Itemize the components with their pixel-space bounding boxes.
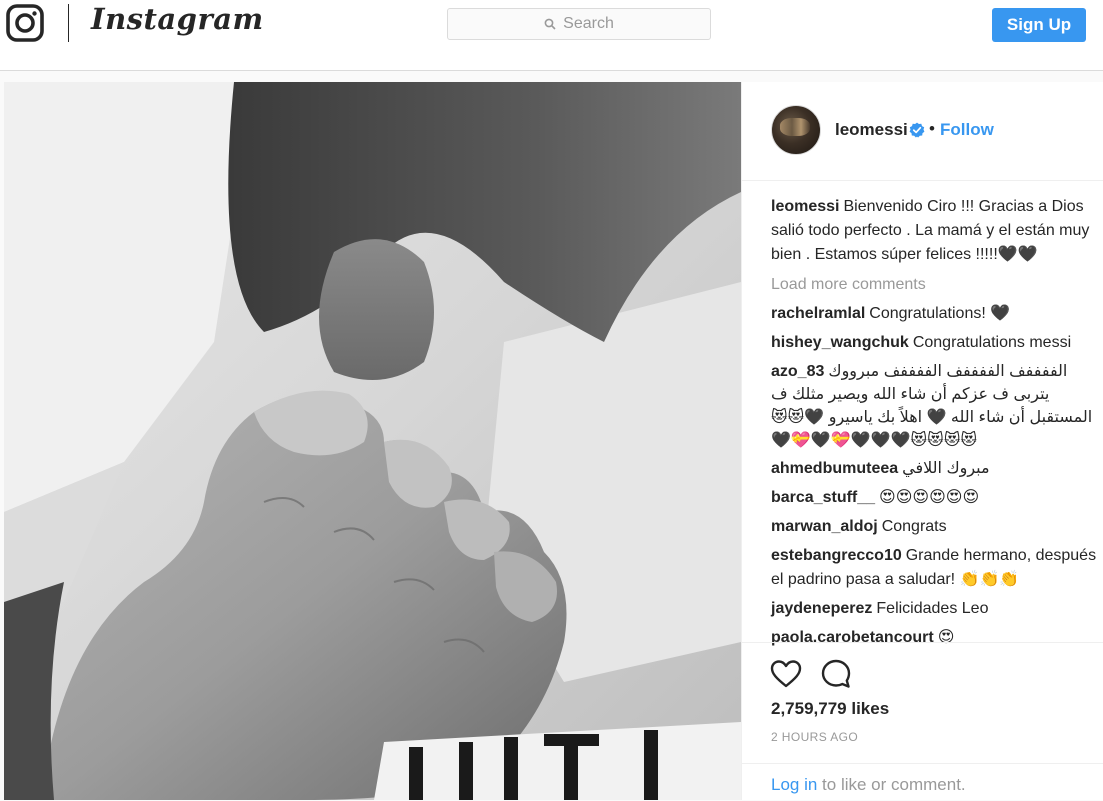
post-photo[interactable] bbox=[4, 82, 741, 800]
comment-item: ahmedbumuteea مبروك اللافي bbox=[771, 457, 1097, 481]
comment-item: azo_83 الففففف الففففف الففففف مبرووك يتر… bbox=[771, 360, 1097, 452]
heart-icon[interactable] bbox=[770, 659, 802, 689]
comment-text: Congrats bbox=[881, 518, 947, 535]
author-avatar[interactable] bbox=[771, 105, 821, 155]
caption: leomessi Bienvenido Ciro !!! Gracias a Di… bbox=[771, 195, 1097, 267]
sign-up-button[interactable]: Sign Up bbox=[992, 8, 1086, 42]
comment-text: مبروك اللافي bbox=[902, 460, 990, 477]
comment-username[interactable]: estebangrecco10 bbox=[771, 547, 902, 564]
comment-username[interactable]: marwan_aldoj bbox=[771, 518, 878, 535]
header-divider bbox=[68, 4, 69, 42]
comment-item: barca_stuff__ 😍😍😍😍😍😍 bbox=[771, 486, 1097, 510]
comment-item: hishey_wangchuk Congratulations messi bbox=[771, 331, 1097, 355]
comment-text: Congratulations! 🖤 bbox=[869, 305, 1011, 322]
search-input[interactable]: Search bbox=[447, 8, 711, 40]
post-details-panel: leomessi • Follow leomessi Bienvenido Cir… bbox=[741, 82, 1103, 800]
comment-item: estebangrecco10 Grande hermano, después e… bbox=[771, 544, 1097, 592]
comment-username[interactable]: rachelramlal bbox=[771, 305, 865, 322]
instagram-wordmark[interactable]: Instagram bbox=[91, 2, 264, 36]
comment-item: jaydeneperez Felicidades Leo bbox=[771, 597, 1097, 621]
top-nav-bar: Instagram Search Sign Up bbox=[0, 0, 1103, 71]
comment-username[interactable]: azo_83 bbox=[771, 363, 824, 380]
likes-count[interactable]: 2,759,779 likes bbox=[771, 699, 889, 719]
log-in-link[interactable]: Log in bbox=[771, 775, 817, 794]
comment-username[interactable]: jaydeneperez bbox=[771, 600, 872, 617]
comment-text: Congratulations messi bbox=[912, 334, 1072, 351]
comment-username[interactable]: barca_stuff__ bbox=[771, 489, 875, 506]
login-prompt: Log in to like or comment. bbox=[742, 763, 1103, 801]
instagram-glyph-icon[interactable] bbox=[6, 4, 44, 42]
comment-text: 😍😍😍😍😍😍 bbox=[879, 489, 980, 506]
comment-item: marwan_aldoj Congrats bbox=[771, 515, 1097, 539]
post-actions: 2,759,779 likes 2 HOURS AGO Log in to li… bbox=[742, 642, 1103, 800]
login-prompt-text: to like or comment. bbox=[817, 775, 966, 794]
comment-icon[interactable] bbox=[820, 658, 852, 690]
separator-dot: • bbox=[929, 119, 935, 138]
search-placeholder: Search bbox=[563, 15, 614, 32]
post-author-header: leomessi • Follow bbox=[742, 82, 1103, 181]
comment-username[interactable]: hishey_wangchuk bbox=[771, 334, 909, 351]
comment-item: rachelramlal Congratulations! 🖤 bbox=[771, 302, 1097, 326]
follow-button[interactable]: Follow bbox=[940, 120, 994, 140]
comment-text: Felicidades Leo bbox=[876, 600, 989, 617]
author-username[interactable]: leomessi bbox=[835, 120, 908, 140]
search-icon bbox=[544, 18, 556, 30]
post-timestamp[interactable]: 2 HOURS AGO bbox=[771, 730, 858, 744]
caption-username[interactable]: leomessi bbox=[771, 198, 839, 215]
verified-badge-icon bbox=[909, 122, 925, 138]
baby-hand-photo bbox=[4, 82, 741, 800]
comment-username[interactable]: ahmedbumuteea bbox=[771, 460, 898, 477]
load-more-comments-button[interactable]: Load more comments bbox=[771, 273, 1097, 297]
comments-list: leomessi Bienvenido Ciro !!! Gracias a Di… bbox=[771, 195, 1097, 655]
